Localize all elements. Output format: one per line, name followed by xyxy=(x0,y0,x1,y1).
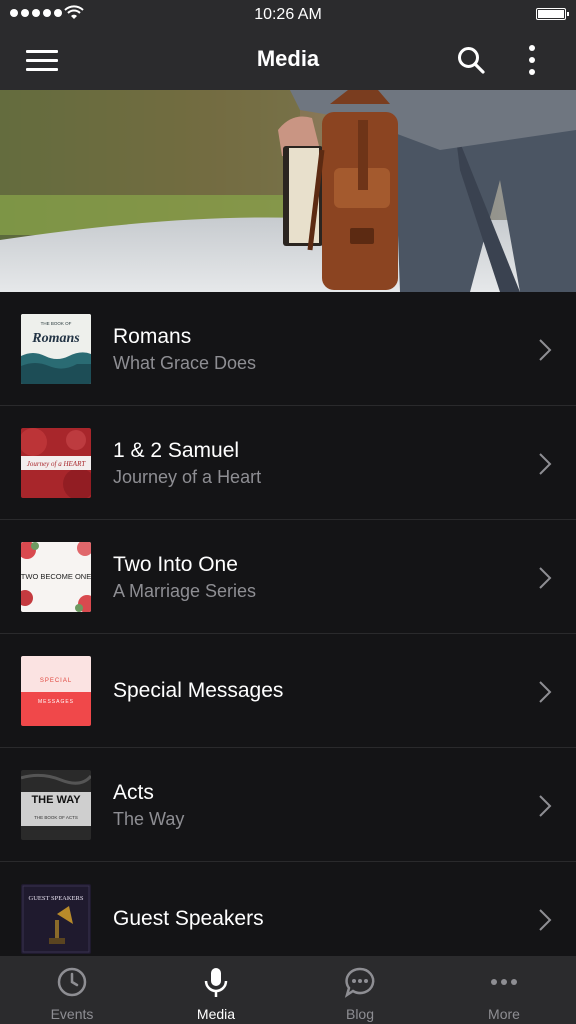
clock-icon xyxy=(57,967,87,997)
series-thumbnail-romans: THE BOOK OF Romans xyxy=(21,314,91,384)
series-thumbnail-acts: THE WAY THE BOOK OF ACTS xyxy=(21,770,91,840)
thumb-special-title: SPECIAL xyxy=(40,678,72,684)
series-title: Romans xyxy=(113,325,192,348)
series-thumbnail-samuel: Journey of a HEART xyxy=(21,428,91,498)
chevron-right-icon xyxy=(539,795,552,817)
tab-blog[interactable]: Blog xyxy=(288,956,432,1024)
more-options-button[interactable] xyxy=(522,44,542,76)
thumb-samuel-title: Journey of a HEART xyxy=(27,460,87,468)
series-subtitle: The Way xyxy=(113,809,185,829)
series-thumbnail-special-messages: SPECIAL MESSAGES xyxy=(21,656,91,726)
series-thumbnail-two-into-one: TWO BECOME ONE xyxy=(21,542,91,612)
series-title: Special Messages xyxy=(113,679,284,702)
thumb-romans-small: THE BOOK OF xyxy=(41,321,72,326)
thumb-acts-small: THE BOOK OF ACTS xyxy=(34,815,78,820)
tab-events[interactable]: Events xyxy=(0,956,144,1024)
status-time: 10:26 AM xyxy=(254,6,322,23)
series-subtitle: A Marriage Series xyxy=(113,581,257,601)
series-subtitle: What Grace Does xyxy=(113,353,257,373)
chevron-right-icon xyxy=(539,453,552,475)
tab-more[interactable]: More xyxy=(432,956,576,1024)
series-title: Acts xyxy=(113,781,154,804)
thumb-acts-title: THE WAY xyxy=(31,794,81,806)
tab-label: Media xyxy=(196,1006,236,1022)
chevron-right-icon xyxy=(539,909,552,931)
series-title: 1 & 2 Samuel xyxy=(113,439,240,462)
thumb-two-into-one-title: TWO BECOME ONE xyxy=(21,572,91,581)
series-item-acts[interactable]: THE WAY THE BOOK OF ACTS Acts The Way xyxy=(0,748,576,862)
series-thumbnail-guest-speakers: GUEST SPEAKERS xyxy=(21,884,91,954)
search-icon[interactable] xyxy=(456,45,486,75)
series-item-two-into-one[interactable]: TWO BECOME ONE Two Into One A Marriage S… xyxy=(0,520,576,634)
thumb-special-subtitle: MESSAGES xyxy=(38,699,74,705)
chevron-right-icon xyxy=(539,339,552,361)
chevron-right-icon xyxy=(539,567,552,589)
tab-media[interactable]: Media xyxy=(144,956,288,1024)
chat-bubble-icon xyxy=(344,967,375,998)
tab-label: Blog xyxy=(345,1006,375,1022)
series-item-samuel[interactable]: Journey of a HEART 1 & 2 Samuel Journey … xyxy=(0,406,576,520)
battery-icon xyxy=(536,8,569,20)
page-title: Media xyxy=(256,46,320,71)
thumb-romans-title: Romans xyxy=(31,331,80,346)
series-item-special-messages[interactable]: SPECIAL MESSAGES Special Messages xyxy=(0,634,576,748)
series-subtitle: Journey of a Heart xyxy=(113,467,262,487)
series-title: Guest Speakers xyxy=(113,907,264,930)
tab-bar: Events Media Blog More xyxy=(0,956,576,1024)
series-title: Two Into One xyxy=(113,553,238,576)
series-item-romans[interactable]: THE BOOK OF Romans Romans What Grace Doe… xyxy=(0,292,576,406)
tab-label: More xyxy=(488,1006,520,1022)
microphone-icon xyxy=(204,968,228,997)
chevron-right-icon xyxy=(539,681,552,703)
navigation-bar: Media xyxy=(0,30,576,90)
tab-label: Events xyxy=(50,1006,94,1022)
hero-image xyxy=(0,90,576,292)
status-bar: 10:26 AM xyxy=(0,0,576,30)
more-dots-icon xyxy=(491,979,517,985)
thumb-guest-title: GUEST SPEAKERS xyxy=(29,895,84,902)
